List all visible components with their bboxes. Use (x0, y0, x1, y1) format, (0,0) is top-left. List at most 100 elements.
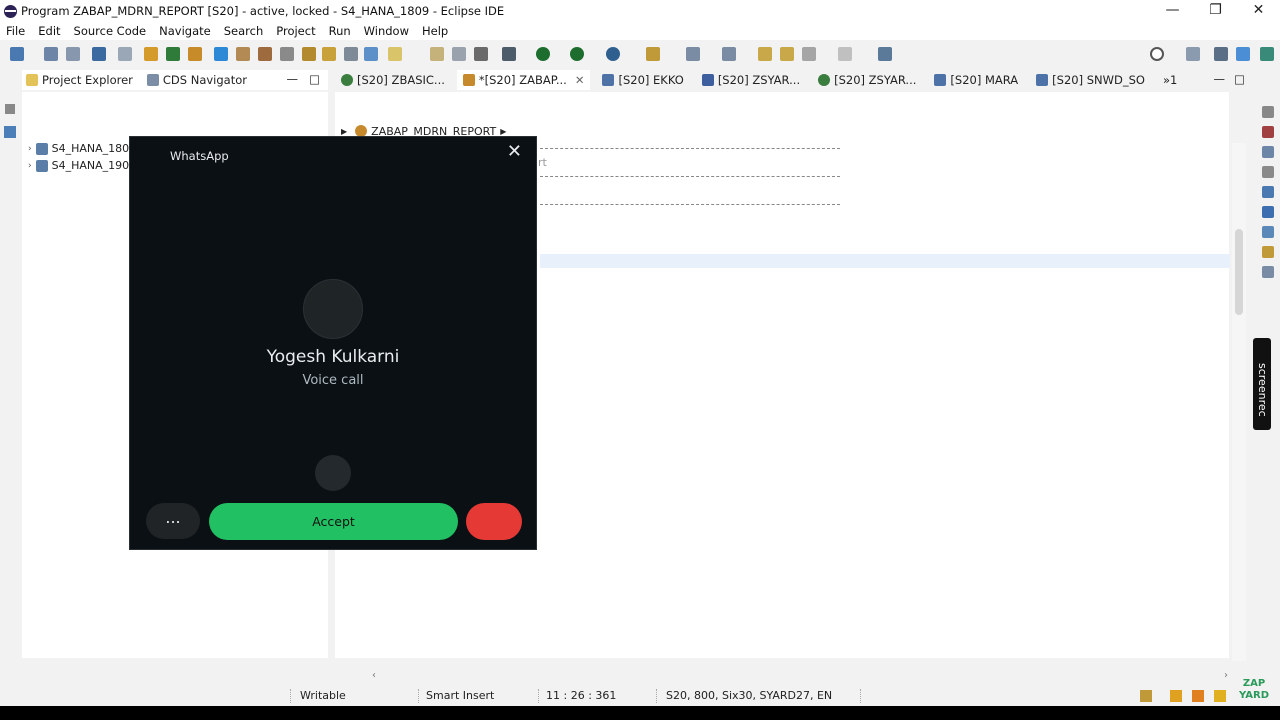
scroll-thumb[interactable] (1235, 229, 1243, 315)
scroll-right-icon[interactable]: › (1224, 670, 1228, 681)
tab-zbasic[interactable]: [S20] ZBASIC... (335, 70, 451, 90)
expand-icon[interactable]: › (28, 161, 32, 171)
debug-perspective-icon[interactable] (1260, 47, 1274, 61)
status-pencil-icon[interactable] (1214, 690, 1226, 702)
tab-ekko[interactable]: [S20] EKKO (596, 70, 689, 90)
terminal-icon[interactable] (92, 47, 106, 61)
save-icon[interactable] (44, 47, 58, 61)
accept-call-button[interactable]: Accept (209, 503, 458, 540)
menu-run[interactable]: Run (329, 24, 351, 38)
tab-snwd-so[interactable]: [S20] SNWD_SO (1030, 70, 1151, 90)
window-title: Program ZABAP_MDRN_REPORT [S20] - active… (21, 4, 505, 18)
close-tab-icon[interactable]: ✕ (575, 73, 585, 87)
new-icon[interactable] (10, 47, 24, 61)
last-edit-icon[interactable] (758, 47, 772, 61)
tab-mara[interactable]: [S20] MARA (928, 70, 1024, 90)
menu-file[interactable]: File (6, 24, 25, 38)
view-tab-row: Project Explorer CDS Navigator — □ [S20]… (0, 70, 1280, 90)
maximize-editor-icon[interactable]: □ (1234, 72, 1245, 86)
tree-item-s4hana-1909[interactable]: › S4_HANA_190 (28, 159, 129, 172)
menu-navigate[interactable]: Navigate (159, 24, 211, 38)
menu-source-code[interactable]: Source Code (74, 24, 147, 38)
run-icon[interactable] (536, 47, 550, 61)
quick-assist-icon[interactable] (646, 47, 660, 61)
tree-item-s4hana-1809[interactable]: › S4_HANA_180 (28, 142, 129, 155)
tab-zabap-active[interactable]: *[S20] ZABAP... ✕ (456, 70, 591, 90)
console-icon[interactable] (1262, 266, 1274, 278)
minimize-editor-icon[interactable]: — (1214, 72, 1226, 86)
close-window-button[interactable]: ✕ (1237, 0, 1280, 22)
restore-view-icon[interactable] (5, 104, 15, 114)
feed-icon[interactable] (1262, 206, 1274, 218)
minimize-button[interactable]: — (1151, 0, 1194, 22)
outline-view-icon[interactable] (4, 126, 16, 138)
menu-search[interactable]: Search (224, 24, 264, 38)
block-select-icon[interactable] (452, 47, 466, 61)
search-icon[interactable] (1150, 47, 1164, 61)
tab-zsyar-2[interactable]: [S20] ZSYAR... (812, 70, 922, 90)
properties-icon[interactable] (1262, 146, 1274, 158)
restore-button[interactable]: ❐ (1194, 0, 1237, 22)
java-perspective-icon[interactable] (1236, 47, 1250, 61)
tab-project-explorer[interactable]: Project Explorer (26, 73, 133, 87)
tab-zsyar-1[interactable]: [S20] ZSYAR... (696, 70, 806, 90)
expand-icon[interactable]: › (28, 144, 32, 154)
vertical-scrollbar[interactable] (1232, 143, 1246, 661)
pilcrow-icon[interactable] (474, 47, 488, 61)
print-icon[interactable] (344, 47, 358, 61)
next-annotation-icon[interactable] (686, 47, 700, 61)
horizontal-scrollbar[interactable]: ‹ › (370, 670, 1230, 684)
tab-overflow[interactable]: »1 (1157, 70, 1183, 90)
search-tool-icon[interactable] (118, 47, 132, 61)
tool-icon[interactable] (322, 47, 336, 61)
lock-icon[interactable] (302, 47, 316, 61)
menu-project[interactable]: Project (276, 24, 315, 38)
templates-icon[interactable] (1262, 166, 1274, 178)
problems-icon[interactable] (1262, 126, 1274, 138)
task-icon[interactable] (1262, 246, 1274, 258)
maximize-view-icon[interactable]: □ (309, 72, 320, 86)
status-book-icon[interactable] (1170, 690, 1182, 702)
close-popup-icon[interactable]: ✕ (507, 143, 522, 161)
comment-divider (540, 148, 840, 149)
activate-icon[interactable] (166, 47, 180, 61)
abap-perspective-icon[interactable] (1214, 47, 1228, 61)
menu-edit[interactable]: Edit (38, 24, 60, 38)
status-lock-icon[interactable] (1140, 690, 1152, 702)
screenrec-widget[interactable]: screenrec (1253, 338, 1271, 430)
menu-help[interactable]: Help (422, 24, 448, 38)
transport-organizer-icon[interactable] (1262, 226, 1274, 238)
ddic-icon (701, 74, 714, 86)
coverage-icon[interactable] (570, 47, 584, 61)
restore-view-icon[interactable] (1262, 106, 1274, 118)
decline-call-button[interactable] (466, 503, 522, 540)
breadcrumb-arrow-icon[interactable]: ▶ (341, 127, 347, 136)
comment-divider (540, 204, 840, 205)
activate-all-icon[interactable] (188, 47, 202, 61)
highlight-icon[interactable] (388, 47, 402, 61)
forward-icon[interactable] (838, 47, 852, 61)
breadcrumb-arrow-icon[interactable]: ▶ (500, 127, 506, 136)
bookmarks-icon[interactable] (1262, 186, 1274, 198)
save-all-icon[interactable] (66, 47, 80, 61)
compare-icon[interactable] (280, 47, 294, 61)
pin-editor-icon[interactable] (878, 47, 892, 61)
open-task-icon[interactable] (430, 47, 444, 61)
status-hat-icon[interactable] (1192, 690, 1204, 702)
transport-icon[interactable] (258, 47, 272, 61)
check-icon[interactable] (214, 47, 228, 61)
menu-window[interactable]: Window (364, 24, 409, 38)
toggle-mark-icon[interactable] (364, 47, 378, 61)
back-icon[interactable] (802, 47, 816, 61)
scroll-left-icon[interactable]: ‹ (372, 670, 376, 681)
prev-annotation-icon[interactable] (722, 47, 736, 61)
external-tools-icon[interactable] (606, 47, 620, 61)
open-object-icon[interactable] (144, 47, 158, 61)
more-options-button[interactable]: ... (146, 503, 200, 539)
forward-edit-icon[interactable] (780, 47, 794, 61)
debug-icon[interactable] (502, 47, 516, 61)
open-perspective-icon[interactable] (1186, 47, 1200, 61)
minimize-view-icon[interactable]: — (287, 72, 299, 86)
abap-unit-icon[interactable] (236, 47, 250, 61)
tab-cds-navigator[interactable]: CDS Navigator (146, 73, 247, 87)
